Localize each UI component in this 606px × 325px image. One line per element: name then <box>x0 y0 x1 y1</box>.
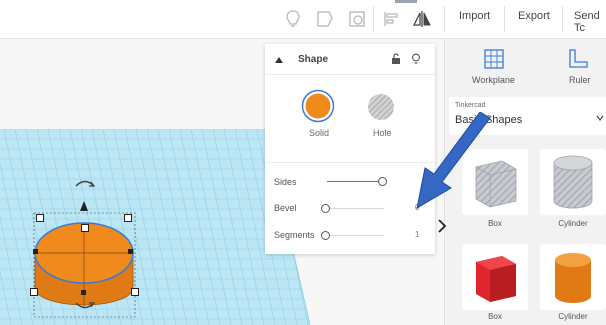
solid-label: Solid <box>309 128 330 138</box>
toolbar-active-indicator <box>395 0 417 3</box>
segments-slider-track[interactable] <box>322 235 384 236</box>
mirror-icon[interactable] <box>412 9 432 29</box>
toolbar-separator <box>504 6 505 32</box>
sides-slider-fill <box>327 181 383 182</box>
library-item-cylinder-orange[interactable] <box>540 244 606 310</box>
resize-handle[interactable] <box>81 224 89 232</box>
ruler-label[interactable]: Ruler <box>569 75 591 85</box>
collapse-caret-icon[interactable] <box>274 56 284 64</box>
segments-label: Segments <box>274 230 315 240</box>
workplane-label[interactable]: Workplane <box>472 75 515 85</box>
hole-swatch[interactable] <box>366 92 396 122</box>
segments-value: 1 <box>415 230 420 239</box>
cylinder-shape[interactable] <box>20 169 180 319</box>
cylinder-gray-icon <box>553 155 593 209</box>
ungroup-icon[interactable] <box>347 9 367 29</box>
resize-handle[interactable] <box>131 288 139 296</box>
cylinder-orange-label: Cylinder <box>558 312 588 321</box>
toolbar-separator <box>444 6 445 32</box>
bevel-label: Bevel <box>274 203 297 213</box>
rotate-handle-bottom[interactable] <box>73 301 97 313</box>
solid-color-swatch[interactable] <box>301 89 335 123</box>
box-red-icon <box>476 256 516 302</box>
group-shapes-icon[interactable] <box>315 9 335 29</box>
cylinder-orange-icon <box>555 253 591 303</box>
toolbar-separator <box>562 6 563 32</box>
align-icon[interactable] <box>381 9 401 29</box>
export-button[interactable]: Export <box>518 10 550 22</box>
library-item-box-red[interactable] <box>462 244 528 310</box>
resize-handle[interactable] <box>124 214 132 222</box>
lock-icon[interactable] <box>391 53 401 65</box>
resize-handle[interactable] <box>33 249 38 254</box>
library-caption: Tinkercad <box>455 102 486 109</box>
resize-handle[interactable] <box>36 214 44 222</box>
import-button[interactable]: Import <box>459 10 490 22</box>
sides-label: Sides <box>274 177 297 187</box>
sides-slider-knob[interactable] <box>378 177 387 186</box>
resize-handle[interactable] <box>30 288 38 296</box>
top-toolbar: Import Export Send Tc <box>0 0 606 39</box>
annotation-arrow-icon <box>416 112 491 209</box>
height-handle[interactable] <box>79 200 89 212</box>
ruler-icon[interactable] <box>567 48 589 70</box>
send-to-button[interactable]: Send Tc <box>574 10 606 34</box>
panel-divider <box>265 74 435 75</box>
visibility-bulb-icon[interactable] <box>411 53 421 65</box>
workplane-icon[interactable] <box>483 48 505 70</box>
box-gray-label: Box <box>488 219 502 228</box>
hole-label: Hole <box>373 128 392 138</box>
resize-handle[interactable] <box>81 290 86 295</box>
library-item-cylinder-gray[interactable] <box>540 149 606 215</box>
segments-slider-knob[interactable] <box>321 231 330 240</box>
chevron-right-icon[interactable] <box>437 218 447 234</box>
toolbar-separator <box>373 6 374 32</box>
lightbulb-icon[interactable] <box>283 9 303 29</box>
resize-handle[interactable] <box>128 249 133 254</box>
bevel-slider-track[interactable] <box>322 208 384 209</box>
rotate-handle-top[interactable] <box>73 176 97 188</box>
bevel-slider-knob[interactable] <box>321 204 330 213</box>
chevron-down-icon[interactable] <box>596 113 604 123</box>
panel-title: Shape <box>298 54 329 65</box>
box-red-label: Box <box>488 312 502 321</box>
cylinder-gray-label: Cylinder <box>558 219 588 228</box>
